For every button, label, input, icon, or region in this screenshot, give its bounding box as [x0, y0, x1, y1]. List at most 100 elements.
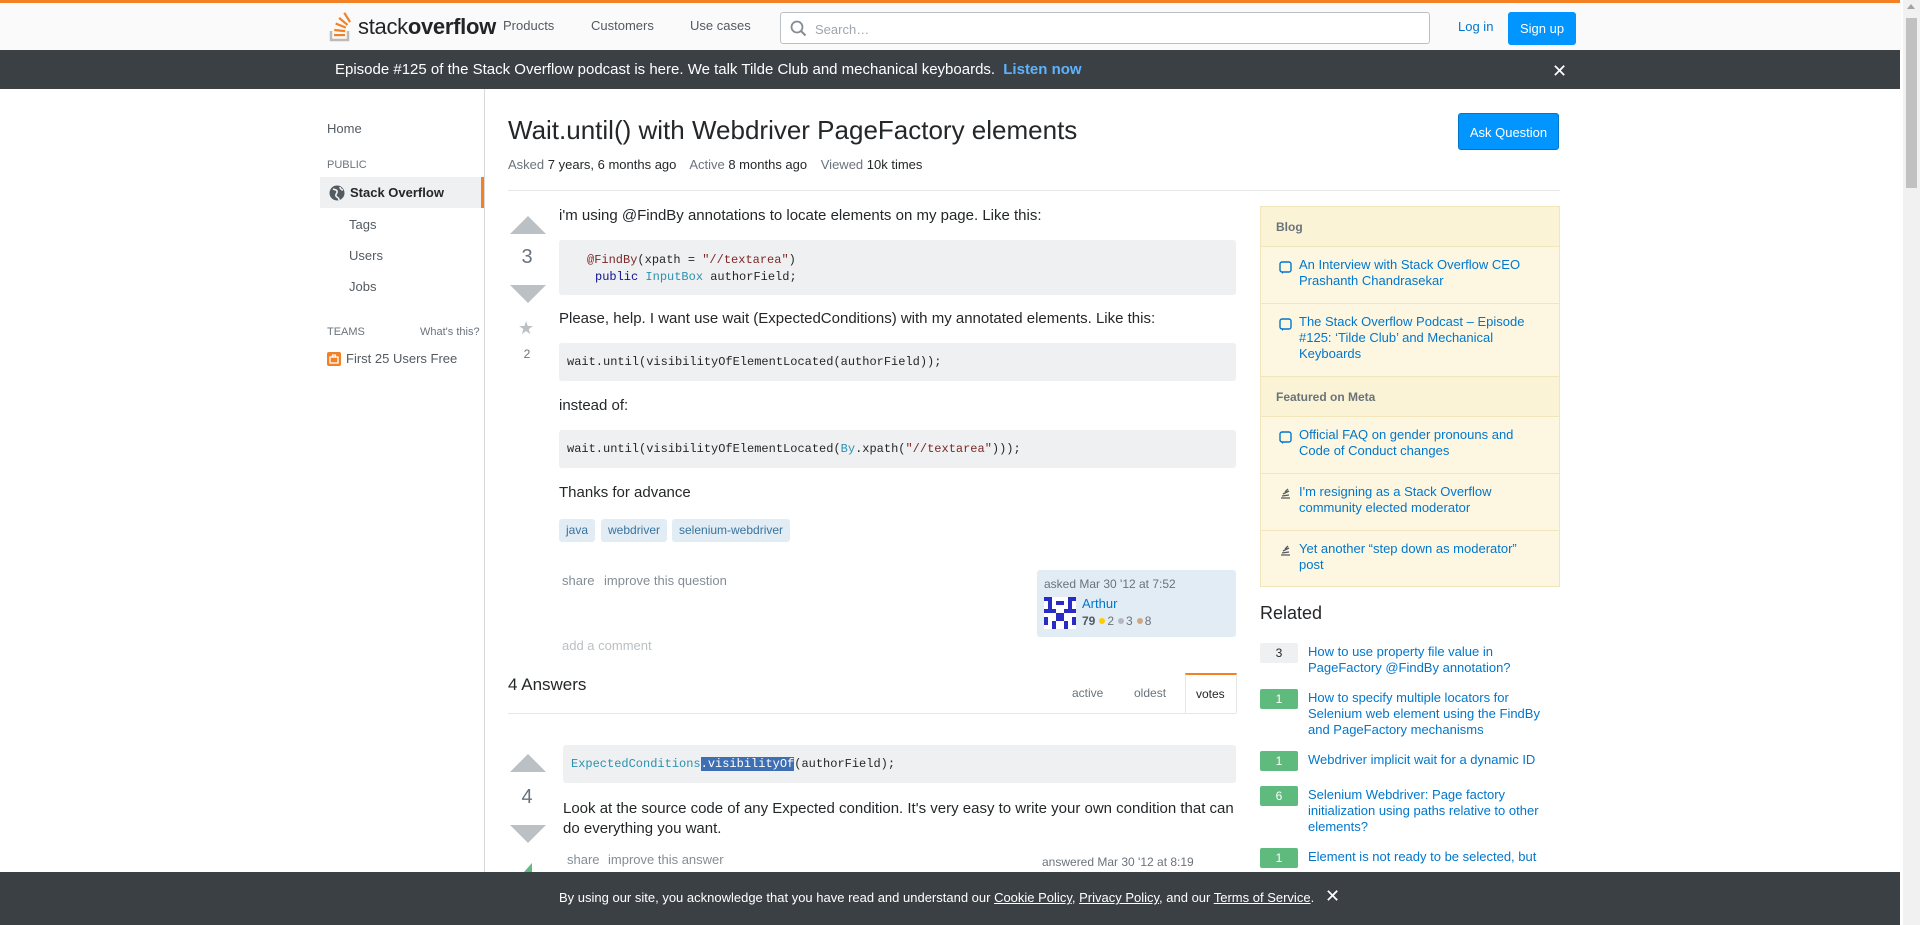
- related-vote-count: 1: [1260, 689, 1298, 709]
- user-name-link[interactable]: Arthur: [1082, 596, 1117, 611]
- sidebar-item-home[interactable]: Home: [327, 121, 362, 136]
- answer-paragraph: Look at the source code of any Expected …: [563, 800, 1234, 837]
- viewed-value: 10k times: [866, 157, 923, 172]
- meta-item[interactable]: Yet another “step down as moderator” pos…: [1261, 531, 1559, 586]
- blog-item[interactable]: The Stack Overflow Podcast – Episode #12…: [1261, 304, 1559, 377]
- tag-selenium-webdriver[interactable]: selenium-webdriver: [672, 519, 791, 542]
- answer-share-link[interactable]: share: [567, 852, 600, 867]
- terms-of-service-link[interactable]: Terms of Service: [1214, 890, 1311, 905]
- code-type: InputBox: [645, 270, 704, 284]
- cookie-separator: ,: [1071, 890, 1080, 905]
- answer-upvote-button[interactable]: [510, 754, 546, 772]
- related-link[interactable]: How to use property file value in PageFa…: [1308, 644, 1548, 676]
- scrollbar-thumb[interactable]: [1906, 18, 1917, 188]
- sidebar-item-teams-free[interactable]: First 25 Users Free: [327, 351, 457, 366]
- cookie-separator: , and our: [1159, 890, 1214, 905]
- globe-icon: [329, 185, 345, 201]
- ask-question-button[interactable]: Ask Question: [1458, 113, 1559, 150]
- sidebar-item-users[interactable]: Users: [349, 248, 383, 263]
- question-paragraph: Please, help. I want use wait (ExpectedC…: [559, 310, 1156, 327]
- meta-link[interactable]: Yet another “step down as moderator” pos…: [1299, 541, 1539, 573]
- sidebar-item-tags[interactable]: Tags: [349, 217, 376, 232]
- blog-header: Blog: [1261, 207, 1559, 247]
- meta-item[interactable]: I'm resigning as a Stack Overflow commun…: [1261, 474, 1559, 531]
- login-link[interactable]: Log in: [1458, 19, 1493, 34]
- downvote-button[interactable]: [510, 285, 546, 303]
- tab-active[interactable]: active: [1072, 686, 1103, 700]
- whats-this-link[interactable]: What's this?: [420, 326, 480, 338]
- related-link[interactable]: Webdriver implicit wait for a dynamic ID: [1308, 752, 1548, 768]
- code-type: By: [840, 442, 856, 456]
- favorite-star-icon[interactable]: ★: [518, 318, 534, 339]
- signup-button[interactable]: Sign up: [1508, 12, 1576, 45]
- related-link[interactable]: Element is not ready to be selected, but: [1308, 849, 1548, 865]
- tag-webdriver[interactable]: webdriver: [601, 519, 668, 542]
- cookie-policy-link[interactable]: Cookie Policy: [994, 890, 1072, 905]
- reputation-score: 79: [1082, 614, 1096, 628]
- sidebar-item-stack-overflow[interactable]: Stack Overflow: [320, 177, 484, 208]
- active-value[interactable]: 8 months ago: [728, 157, 807, 172]
- podcast-banner: Episode #125 of the Stack Overflow podca…: [0, 50, 1900, 89]
- banner-text: Episode #125 of the Stack Overflow podca…: [335, 61, 1082, 78]
- scroll-up-arrow-icon[interactable]: [1907, 4, 1915, 9]
- nav-products[interactable]: Products: [503, 18, 554, 33]
- tab-votes[interactable]: votes: [1185, 673, 1237, 713]
- code-annotation: @FindBy: [587, 253, 638, 267]
- meta-item[interactable]: Official FAQ on gender pronouns and Code…: [1261, 417, 1559, 474]
- meta-link[interactable]: I'm resigning as a Stack Overflow commun…: [1299, 484, 1539, 516]
- page-scrollbar[interactable]: [1903, 0, 1920, 925]
- answer-downvote-button[interactable]: [510, 825, 546, 843]
- code-block: wait.until(visibilityOfElementLocated(By…: [559, 430, 1236, 468]
- code-block: @FindBy(xpath = "//textarea") public Inp…: [559, 240, 1236, 295]
- upvote-button[interactable]: [510, 216, 546, 234]
- asked-timestamp[interactable]: asked Mar 30 '12 at 7:52: [1044, 577, 1176, 591]
- blog-header-label: Blog: [1276, 220, 1303, 234]
- active-label: Active: [689, 157, 725, 172]
- share-link[interactable]: share: [562, 573, 595, 588]
- cookie-close-icon[interactable]: ✕: [1325, 886, 1340, 907]
- tab-oldest[interactable]: oldest: [1134, 686, 1166, 700]
- cookie-period: .: [1310, 890, 1315, 905]
- favorite-count: 2: [523, 347, 531, 361]
- privacy-policy-link[interactable]: Privacy Policy: [1079, 890, 1159, 905]
- search-input[interactable]: [813, 19, 1417, 39]
- meta-header-label: Featured on Meta: [1276, 390, 1376, 404]
- blog-link[interactable]: The Stack Overflow Podcast – Episode #12…: [1299, 314, 1539, 362]
- cookie-message: By using our site, you acknowledge that …: [559, 890, 995, 905]
- accepted-check-icon: [524, 863, 532, 872]
- teams-briefcase-icon: [327, 352, 341, 366]
- answered-timestamp[interactable]: answered Mar 30 '12 at 8:19: [1042, 855, 1194, 869]
- stack-exchange-icon: [1281, 488, 1290, 499]
- add-comment-link[interactable]: add a comment: [562, 638, 652, 653]
- silver-badge-icon: [1118, 618, 1125, 625]
- nav-customers[interactable]: Customers: [591, 18, 654, 33]
- code-type: ExpectedConditions: [571, 757, 701, 771]
- related-link[interactable]: Selenium Webdriver: Page factory initial…: [1308, 787, 1548, 835]
- nav-use-cases[interactable]: Use cases: [690, 18, 751, 33]
- blog-item[interactable]: An Interview with Stack Overflow CEO Pra…: [1261, 247, 1559, 304]
- answer-vote-count: 4: [521, 786, 533, 808]
- search-box[interactable]: [780, 12, 1430, 44]
- question-paragraph: i'm using @FindBy annotations to locate …: [559, 207, 1042, 224]
- user-reputation: 79 2 3 8: [1082, 614, 1151, 628]
- related-vote-count: 6: [1260, 786, 1298, 806]
- improve-answer-link[interactable]: improve this answer: [608, 852, 724, 867]
- related-vote-count: 3: [1260, 643, 1298, 663]
- user-avatar[interactable]: [1044, 597, 1076, 629]
- listen-now-link[interactable]: Listen now: [1003, 61, 1081, 78]
- cookie-text: By using our site, you acknowledge that …: [559, 890, 1314, 905]
- question-title[interactable]: Wait.until() with Webdriver PageFactory …: [508, 115, 1077, 146]
- tag-java[interactable]: java: [559, 519, 596, 542]
- meta-link[interactable]: Official FAQ on gender pronouns and Code…: [1299, 427, 1539, 459]
- asked-label: Asked: [508, 157, 545, 172]
- banner-close-icon[interactable]: ✕: [1552, 61, 1567, 82]
- blog-link[interactable]: An Interview with Stack Overflow CEO Pra…: [1299, 257, 1539, 289]
- code-text: ): [788, 253, 796, 267]
- meta-header: Featured on Meta: [1261, 377, 1559, 417]
- teams-free-label: First 25 Users Free: [346, 351, 458, 366]
- improve-question-link[interactable]: improve this question: [604, 573, 727, 588]
- sidebar-item-jobs[interactable]: Jobs: [349, 279, 376, 294]
- stackoverflow-logo[interactable]: stackoverflow: [328, 10, 496, 44]
- tab-votes-label: votes: [1196, 687, 1225, 701]
- related-link[interactable]: How to specify multiple locators for Sel…: [1308, 690, 1548, 738]
